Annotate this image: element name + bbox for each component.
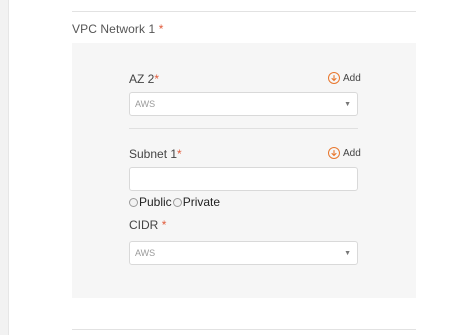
- required-mark: *: [177, 147, 182, 161]
- plus-circle-icon: [328, 72, 340, 84]
- subnet-input[interactable]: [129, 167, 358, 191]
- bottom-divider: [72, 329, 416, 330]
- add-subnet-button[interactable]: Add: [328, 147, 361, 159]
- plus-circle-icon: [328, 147, 340, 159]
- section-title: VPC Network 1 *: [72, 22, 164, 36]
- cidr-select-value: AWS: [135, 248, 156, 258]
- left-scroll-rail: [0, 0, 9, 335]
- radio-unchecked-icon[interactable]: [129, 197, 138, 207]
- add-az-label: Add: [343, 72, 361, 84]
- az-label: AZ 2*: [129, 72, 159, 86]
- subnet-label-text: Subnet 1: [129, 147, 178, 161]
- required-mark: *: [154, 72, 160, 86]
- add-az-button[interactable]: Add: [328, 72, 361, 84]
- radio-public[interactable]: Public: [129, 195, 172, 209]
- top-divider: [72, 11, 416, 12]
- az-label-text: AZ 2: [129, 72, 155, 86]
- required-mark: *: [158, 22, 164, 36]
- cidr-select[interactable]: AWS ▼: [129, 241, 358, 265]
- chevron-down-icon: ▼: [344, 249, 351, 257]
- section-title-text: VPC Network 1: [72, 22, 156, 36]
- cidr-label: CIDR *: [129, 218, 166, 232]
- required-mark: *: [161, 218, 167, 232]
- cidr-label-text: CIDR: [129, 218, 159, 232]
- az-select[interactable]: AWS ▼: [129, 92, 358, 116]
- subnet-label: Subnet 1*: [129, 147, 182, 161]
- radio-private-label: Private: [182, 195, 221, 209]
- field-divider: [129, 128, 358, 129]
- add-subnet-label: Add: [343, 147, 361, 159]
- az-select-value: AWS: [135, 99, 156, 109]
- radio-private[interactable]: Private: [172, 195, 221, 209]
- chevron-down-icon: ▼: [344, 100, 351, 108]
- radio-public-label: Public: [139, 195, 172, 209]
- visibility-radio-group: Public Private: [129, 195, 221, 209]
- radio-unchecked-icon[interactable]: [172, 197, 182, 207]
- page: VPC Network 1 * AZ 2* Add AWS ▼ Subnet 1…: [0, 0, 474, 335]
